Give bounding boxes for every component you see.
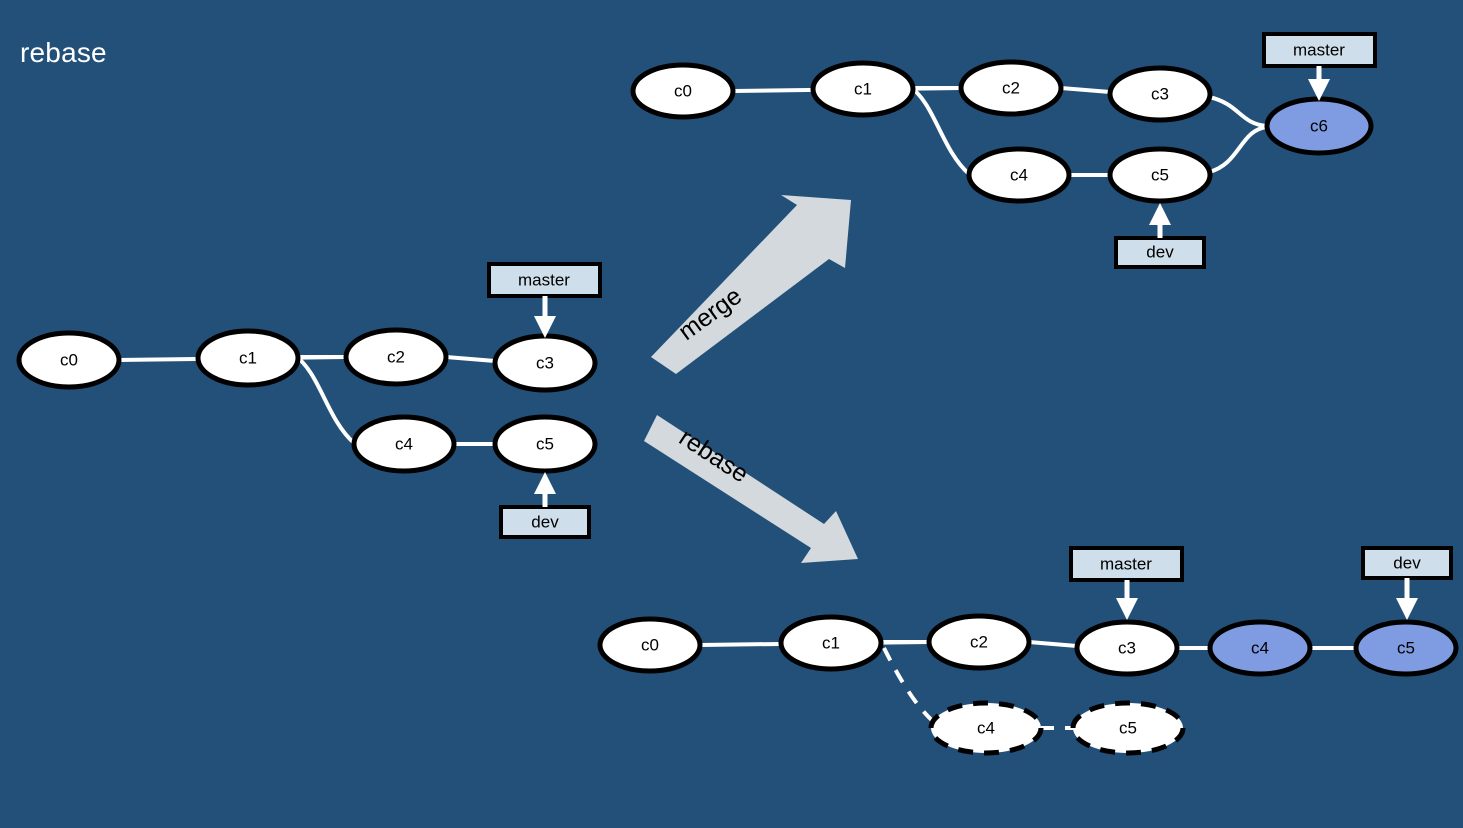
ghost-commit-node-c5[interactable]: c5 xyxy=(1070,700,1186,756)
commit-node-c1[interactable]: c1 xyxy=(810,60,916,118)
before-rebase-graph: c0 c1 c2 c3 c4 c5 master dev xyxy=(16,262,602,539)
commit-label: c4 xyxy=(395,434,413,453)
commit-node-c2[interactable]: c2 xyxy=(958,59,1064,117)
ref-label: dev xyxy=(1393,553,1421,572)
commit-label: c5 xyxy=(1397,638,1415,657)
commit-node-c4[interactable]: c4 xyxy=(351,414,457,474)
commit-node-c1[interactable]: c1 xyxy=(778,614,884,672)
commit-label: c6 xyxy=(1310,116,1328,135)
ref-box-dev[interactable]: dev xyxy=(499,505,591,539)
commit-label: c5 xyxy=(536,434,554,453)
commit-label: c5 xyxy=(1151,165,1169,184)
merge-result-graph: c0 c1 c2 c3 c4 c5 c6 master dev xyxy=(630,32,1377,269)
ref-box-dev[interactable]: dev xyxy=(1361,546,1453,580)
commit-label: c1 xyxy=(854,79,872,98)
diagram-svg: c0 c1 c2 c3 c4 c5 master dev c0 c1 c2 c3… xyxy=(16,32,1459,756)
commit-node-c0[interactable]: c0 xyxy=(597,616,703,674)
edge-c3-c6 xyxy=(1208,95,1268,128)
commit-node-c4[interactable]: c4 xyxy=(1207,619,1313,677)
ref-arrow-master xyxy=(1116,580,1138,620)
ref-label: dev xyxy=(1146,242,1174,261)
slide-canvas: rebase c0 c1 c2 c3 c4 c5 master dev c0 c… xyxy=(0,0,1463,828)
commit-node-c2[interactable]: c2 xyxy=(926,613,1032,671)
commit-node-c3[interactable]: c3 xyxy=(1074,619,1180,677)
ref-arrow-dev xyxy=(1149,203,1171,238)
commit-label: c2 xyxy=(970,632,988,651)
ref-box-master[interactable]: master xyxy=(487,262,602,298)
commit-node-c3[interactable]: c3 xyxy=(492,333,598,393)
commit-label: c3 xyxy=(536,353,554,372)
commit-label: c4 xyxy=(1251,638,1269,657)
commit-node-c5[interactable]: c5 xyxy=(1107,146,1213,204)
commit-node-c3[interactable]: c3 xyxy=(1107,65,1213,123)
commit-label: c3 xyxy=(1118,638,1136,657)
ref-label: dev xyxy=(531,512,559,531)
ref-arrow-master xyxy=(1308,66,1330,101)
ref-label: master xyxy=(518,270,570,289)
commit-label: c3 xyxy=(1151,84,1169,103)
commit-label: c0 xyxy=(641,635,659,654)
commit-label: c0 xyxy=(60,350,78,369)
edge-c1-c4 xyxy=(907,84,971,176)
commit-label: c4 xyxy=(1010,165,1028,184)
rebase-result-graph: c0 c1 c2 c3 c4 c5 c4 c5 master dev xyxy=(597,546,1459,756)
rebase-arrow[interactable]: rebase xyxy=(644,415,858,563)
commit-node-c0[interactable]: c0 xyxy=(16,330,122,390)
edge-c1-c4 xyxy=(292,353,356,445)
commit-label: c5 xyxy=(1119,718,1137,737)
commit-label: c4 xyxy=(977,718,995,737)
commit-label: c1 xyxy=(822,633,840,652)
ref-arrow-dev xyxy=(534,472,556,507)
edge-c2-c3 xyxy=(1060,86,1111,94)
commit-label: c2 xyxy=(387,347,405,366)
ref-box-master[interactable]: master xyxy=(1262,32,1377,68)
commit-node-c5[interactable]: c5 xyxy=(492,414,598,474)
commit-node-c4[interactable]: c4 xyxy=(966,146,1072,204)
commit-node-c5[interactable]: c5 xyxy=(1353,619,1459,677)
ref-arrow-dev xyxy=(1396,578,1418,620)
ghost-commit-node-c4[interactable]: c4 xyxy=(928,700,1044,756)
commit-node-c1[interactable]: c1 xyxy=(195,328,301,388)
ref-label: master xyxy=(1100,554,1152,573)
merge-arrow[interactable]: merge xyxy=(651,195,851,374)
ref-box-dev[interactable]: dev xyxy=(1114,236,1206,269)
edge-c1-ghost-c4 xyxy=(882,647,937,725)
ref-label: master xyxy=(1293,40,1345,59)
commit-label: c0 xyxy=(674,81,692,100)
edge-c2-c3 xyxy=(445,355,496,363)
commit-node-c0[interactable]: c0 xyxy=(630,62,736,120)
ref-box-master[interactable]: master xyxy=(1069,546,1184,582)
edge-c2-c3 xyxy=(1028,640,1078,648)
commit-node-c2[interactable]: c2 xyxy=(343,327,449,387)
commit-node-c6[interactable]: c6 xyxy=(1264,96,1374,156)
edge-c5-c6 xyxy=(1208,125,1268,174)
ref-arrow-master xyxy=(534,296,556,338)
commit-label: c2 xyxy=(1002,78,1020,97)
commit-label: c1 xyxy=(239,348,257,367)
